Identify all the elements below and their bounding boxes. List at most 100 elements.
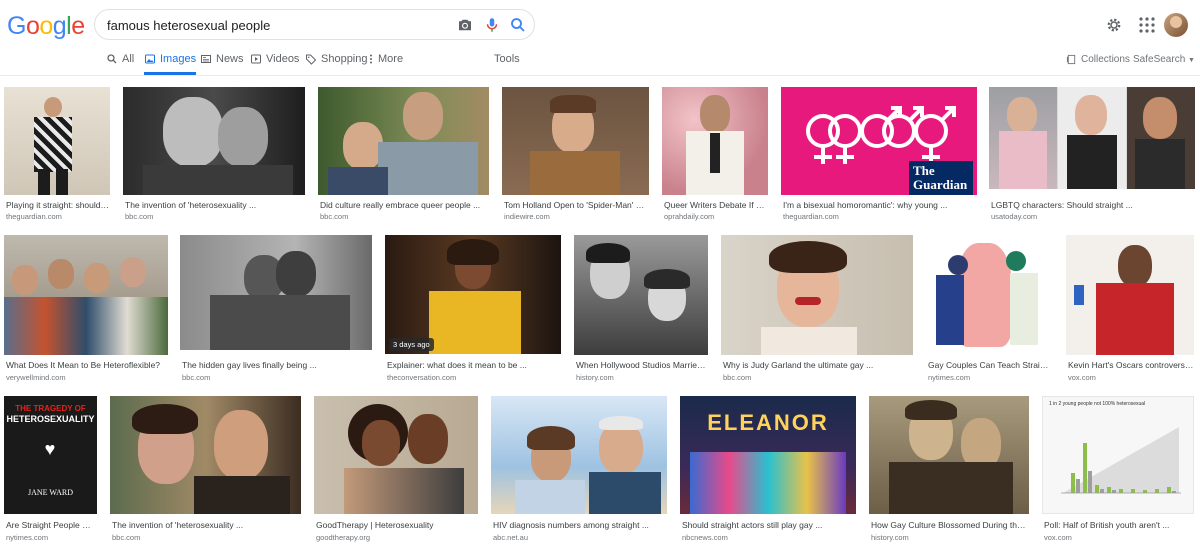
result-image[interactable] xyxy=(4,87,110,195)
result-tile[interactable]: The Guardian I'm a bisexual homoromantic… xyxy=(781,87,977,222)
result-image[interactable] xyxy=(180,235,372,350)
tab-label: More xyxy=(378,53,404,65)
tools-button[interactable]: Tools xyxy=(494,53,520,75)
broken-heart-icon: ♥ xyxy=(44,439,56,459)
result-source: vox.com xyxy=(1068,373,1096,382)
result-caption[interactable]: HIV diagnosis numbers among straight ... xyxy=(493,520,667,530)
result-caption[interactable]: Are Straight People OK... xyxy=(6,520,97,530)
tab-more[interactable]: More xyxy=(368,53,403,75)
result-tile[interactable]: GoodTherapy | Heterosexuality goodtherap… xyxy=(314,396,478,546)
result-image[interactable] xyxy=(574,235,708,355)
result-source: goodtherapy.org xyxy=(316,533,371,542)
date-badge: 3 days ago xyxy=(389,338,434,351)
result-caption[interactable]: The invention of 'heterosexuality ... xyxy=(112,520,301,530)
result-caption[interactable]: Explainer: what does it mean to be ... xyxy=(387,360,561,370)
news-icon xyxy=(201,55,211,63)
collections-button[interactable]: Collections xyxy=(1066,54,1130,65)
result-caption[interactable]: When Hollywood Studios Married ... xyxy=(576,360,708,370)
result-caption[interactable]: Why is Judy Garland the ultimate gay ... xyxy=(723,360,913,370)
result-caption[interactable]: Gay Couples Can Teach Straight ... xyxy=(928,360,1053,370)
guardian-logo: The Guardian xyxy=(909,161,973,195)
result-image[interactable] xyxy=(662,87,768,195)
search-input[interactable] xyxy=(107,16,437,34)
search-icon xyxy=(107,54,117,64)
result-source: nytimes.com xyxy=(928,373,971,382)
result-image[interactable] xyxy=(491,396,667,514)
apps-grid-icon[interactable] xyxy=(1139,17,1155,33)
result-image[interactable]: THE TRAGEDY OF HETEROSEXUALITY ♥ JANE WA… xyxy=(4,396,97,514)
tab-label: Videos xyxy=(266,53,300,65)
result-caption[interactable]: I'm a bisexual homoromantic': why young … xyxy=(783,200,977,210)
result-tile[interactable]: 1 in 2 young people not 100% heterosexua… xyxy=(1042,396,1194,546)
safesearch-dropdown[interactable]: SafeSearch ▼ xyxy=(1133,54,1195,65)
result-tile[interactable]: What Does It Mean to Be Heteroflexible? … xyxy=(4,235,168,385)
result-source: history.com xyxy=(871,533,909,542)
result-caption[interactable]: The hidden gay lives finally being ... xyxy=(182,360,372,370)
result-caption[interactable]: Did culture really embrace queer people … xyxy=(320,200,489,210)
result-tile[interactable]: When Hollywood Studios Married ... histo… xyxy=(574,235,708,385)
result-tile[interactable]: Queer Writers Debate If Str... oprahdail… xyxy=(662,87,768,222)
result-image[interactable] xyxy=(926,235,1053,355)
header: Google All Images News Videos Shopping xyxy=(0,0,1200,76)
result-image[interactable]: The Guardian xyxy=(781,87,977,195)
result-caption[interactable]: The invention of 'heterosexuality ... xyxy=(125,200,305,210)
result-image[interactable] xyxy=(4,235,168,355)
result-image[interactable] xyxy=(502,87,649,195)
tab-news[interactable]: News xyxy=(200,53,244,75)
result-tile[interactable]: The hidden gay lives finally being ... b… xyxy=(180,235,372,385)
result-caption[interactable]: LGBTQ characters: Should straight ... xyxy=(991,200,1195,210)
tab-videos[interactable]: Videos xyxy=(250,53,299,75)
result-tile[interactable]: The invention of 'heterosexuality ... bb… xyxy=(110,396,301,546)
result-tile[interactable]: 3 days ago Explainer: what does it mean … xyxy=(385,235,561,385)
tab-all[interactable]: All xyxy=(106,53,134,75)
result-tile[interactable]: Did culture really embrace queer people … xyxy=(318,87,489,222)
result-caption[interactable]: Tom Holland Open to 'Spider-Man' Co... xyxy=(504,200,649,210)
result-image[interactable]: 1 in 2 young people not 100% heterosexua… xyxy=(1042,396,1194,514)
result-tile[interactable]: The invention of 'heterosexuality ... bb… xyxy=(123,87,305,222)
result-source: indiewire.com xyxy=(504,212,550,221)
result-tile[interactable]: How Gay Culture Blossomed During the ...… xyxy=(869,396,1029,546)
result-caption[interactable]: GoodTherapy | Heterosexuality xyxy=(316,520,478,530)
result-caption[interactable]: How Gay Culture Blossomed During the ... xyxy=(871,520,1029,530)
dots-icon xyxy=(370,54,372,64)
chart-heading: 1 in 2 young people not 100% heterosexua… xyxy=(1049,401,1146,407)
result-source: bbc.com xyxy=(112,533,141,542)
tab-images[interactable]: Images xyxy=(144,53,197,75)
result-tile[interactable]: Playing it straight: should g... theguar… xyxy=(4,87,110,222)
result-tile[interactable]: HIV diagnosis numbers among straight ...… xyxy=(491,396,667,546)
result-image[interactable] xyxy=(110,396,301,514)
result-caption[interactable]: Playing it straight: should g... xyxy=(6,200,110,210)
result-source: nytimes.com xyxy=(6,533,49,542)
result-caption[interactable]: Kevin Hart's Oscars controversy f... xyxy=(1068,360,1194,370)
settings-gear-icon[interactable] xyxy=(1105,16,1123,34)
result-source: bbc.com xyxy=(182,373,211,382)
result-tile[interactable]: LGBTQ characters: Should straight ... us… xyxy=(989,87,1195,222)
result-image[interactable] xyxy=(314,396,478,514)
result-image[interactable] xyxy=(989,87,1195,189)
result-image[interactable] xyxy=(869,396,1029,514)
result-image[interactable] xyxy=(1066,235,1194,355)
result-image[interactable]: ELEANOR xyxy=(680,396,856,514)
microphone-icon[interactable] xyxy=(483,16,501,34)
result-tile[interactable]: ELEANOR Should straight actors still pla… xyxy=(680,396,856,546)
google-logo[interactable]: Google xyxy=(7,12,85,41)
result-source: theconversation.com xyxy=(387,373,457,382)
result-tile[interactable]: THE TRAGEDY OF HETEROSEXUALITY ♥ JANE WA… xyxy=(4,396,97,546)
result-tile[interactable]: Kevin Hart's Oscars controversy f... vox… xyxy=(1066,235,1194,385)
tab-shopping[interactable]: Shopping xyxy=(305,53,368,75)
result-caption[interactable]: Poll: Half of British youth aren't ... xyxy=(1044,520,1194,530)
account-avatar[interactable] xyxy=(1164,13,1188,37)
search-icon[interactable] xyxy=(509,16,527,34)
result-caption[interactable]: What Does It Mean to Be Heteroflexible? xyxy=(6,360,168,370)
result-tile[interactable]: Tom Holland Open to 'Spider-Man' Co... i… xyxy=(502,87,649,222)
result-image[interactable] xyxy=(318,87,489,195)
tab-label: Shopping xyxy=(321,53,368,65)
result-tile[interactable]: Why is Judy Garland the ultimate gay ...… xyxy=(721,235,913,385)
result-image[interactable] xyxy=(123,87,305,195)
result-caption[interactable]: Queer Writers Debate If Str... xyxy=(664,200,768,210)
result-tile[interactable]: Gay Couples Can Teach Straight ... nytim… xyxy=(926,235,1053,385)
result-caption[interactable]: Should straight actors still play gay ..… xyxy=(682,520,856,530)
result-image[interactable]: 3 days ago xyxy=(385,235,561,354)
camera-icon[interactable] xyxy=(456,16,474,34)
result-image[interactable] xyxy=(721,235,913,355)
